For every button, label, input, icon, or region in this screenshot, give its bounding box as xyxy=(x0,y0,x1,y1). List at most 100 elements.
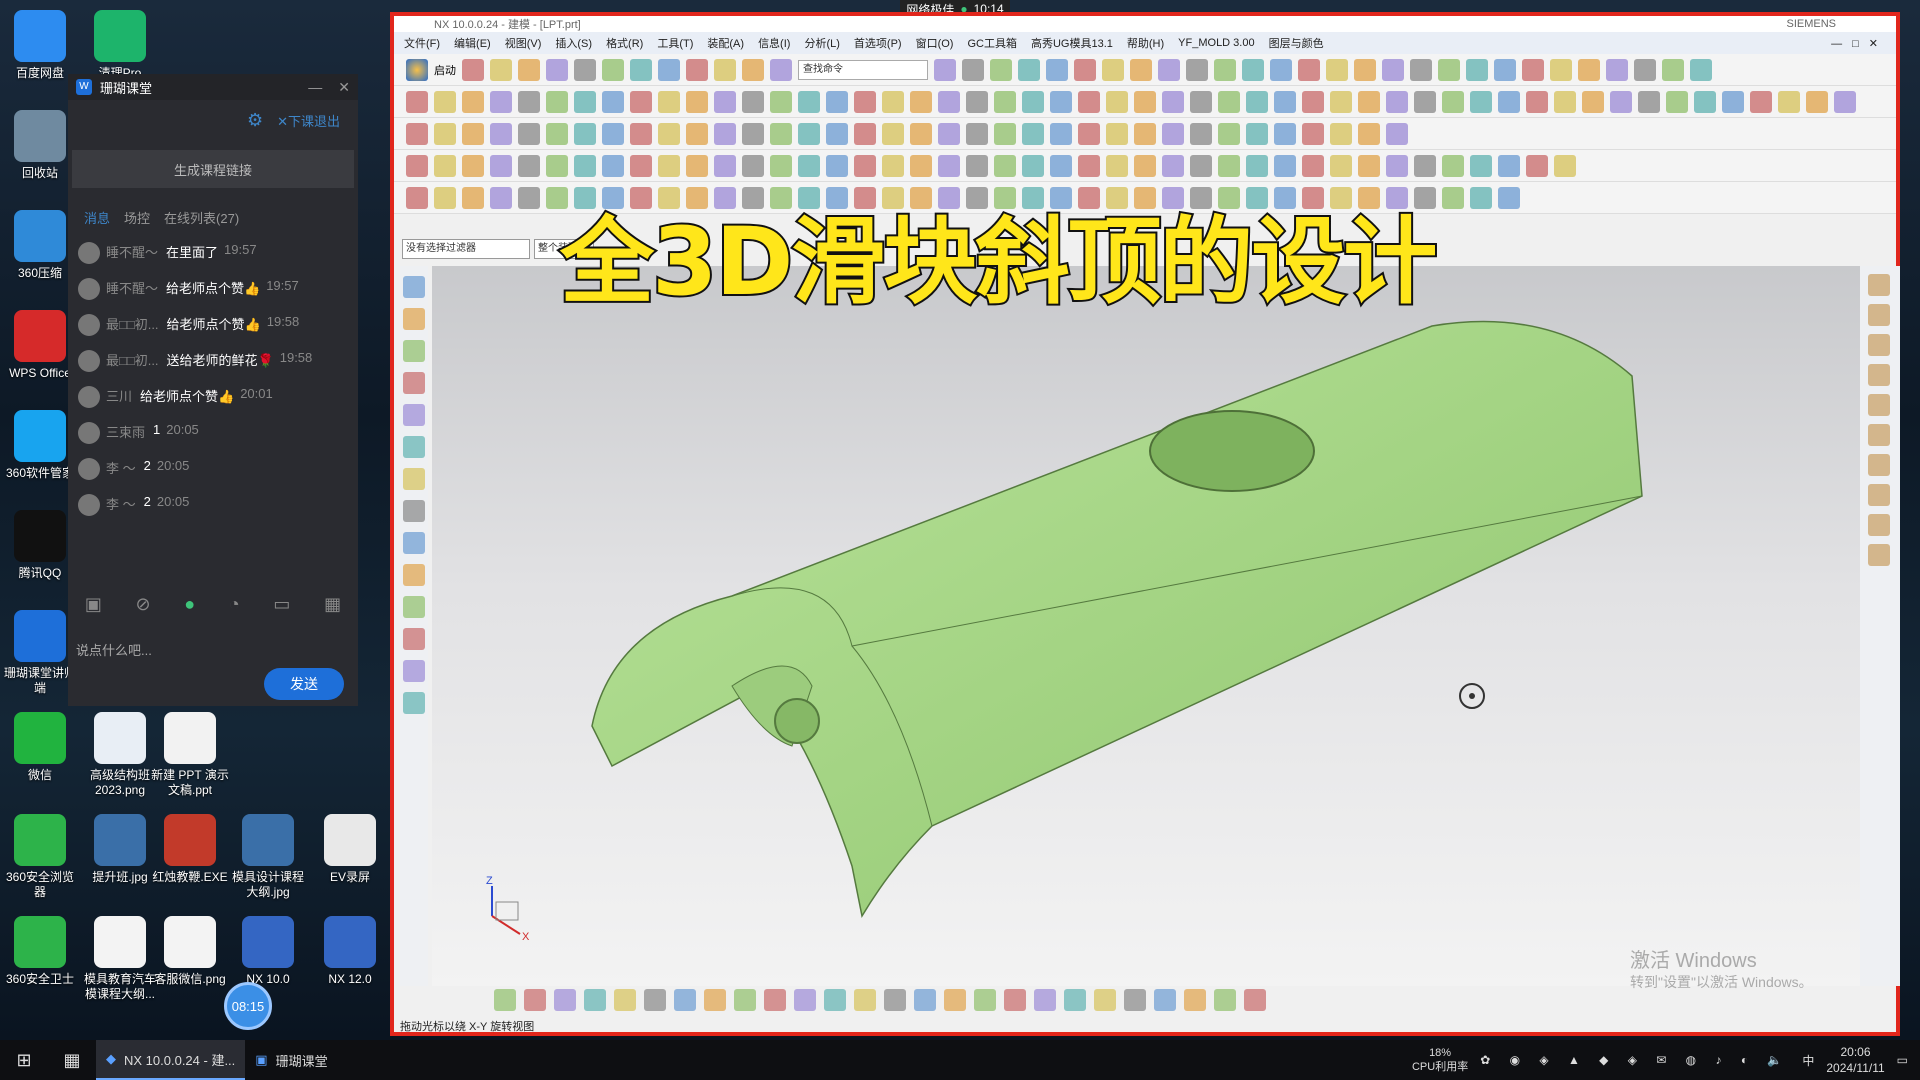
start-menu-button[interactable]: ⊞ xyxy=(0,1040,48,1080)
toolbar-tool-icon[interactable] xyxy=(686,122,708,145)
toolbar-tool-icon[interactable] xyxy=(882,122,904,145)
toolbar-tool-icon[interactable] xyxy=(686,58,708,81)
toolbar-tool-icon[interactable] xyxy=(966,90,988,113)
tab-messages[interactable]: 消息 xyxy=(84,208,110,227)
view-cube-icon[interactable] xyxy=(1868,424,1890,446)
toolbar-tool-icon[interactable] xyxy=(934,58,956,81)
menu-item[interactable]: 信息(I) xyxy=(758,35,790,51)
bottom-tool-icon[interactable] xyxy=(1244,989,1266,1011)
close-icon[interactable]: ✕ xyxy=(338,79,350,96)
toolbar-tool-icon[interactable] xyxy=(854,90,876,113)
toolbar-tool-icon[interactable] xyxy=(1750,90,1772,113)
toolbar-tool-icon[interactable] xyxy=(1326,58,1348,81)
toolbar-tool-icon[interactable] xyxy=(1470,90,1492,113)
send-button[interactable]: 发送 xyxy=(264,668,344,700)
toolbar-tool-icon[interactable] xyxy=(686,154,708,177)
bottom-tool-icon[interactable] xyxy=(764,989,786,1011)
resource-tab-icon[interactable] xyxy=(403,340,425,362)
toolbar-tool-icon[interactable] xyxy=(546,58,568,81)
toolbar-tool-icon[interactable] xyxy=(1386,122,1408,145)
bottom-tool-icon[interactable] xyxy=(1034,989,1056,1011)
toolbar-tool-icon[interactable] xyxy=(1218,122,1240,145)
toolbar-tool-icon[interactable] xyxy=(434,122,456,145)
bottom-tool-icon[interactable] xyxy=(1154,989,1176,1011)
toolbar-tool-icon[interactable] xyxy=(938,122,960,145)
user-icon[interactable]: ◔ xyxy=(229,594,240,615)
toolbar-tool-icon[interactable] xyxy=(714,58,736,81)
toolbar-tool-icon[interactable] xyxy=(1274,122,1296,145)
menu-item[interactable]: GC工具箱 xyxy=(967,35,1017,51)
toolbar-tool-icon[interactable] xyxy=(630,122,652,145)
desktop-icon[interactable]: 红烛教鞭.EXE xyxy=(150,814,230,885)
toolbar-tool-icon[interactable] xyxy=(406,186,428,209)
toolbar-tool-icon[interactable] xyxy=(910,122,932,145)
toolbar-tool-icon[interactable] xyxy=(434,186,456,209)
toolbar-tool-icon[interactable] xyxy=(1302,122,1324,145)
toolbar-tool-icon[interactable] xyxy=(1414,90,1436,113)
toolbar-tool-icon[interactable] xyxy=(910,154,932,177)
toolbar-tool-icon[interactable] xyxy=(1022,154,1044,177)
toolbar-tool-icon[interactable] xyxy=(1134,90,1156,113)
toolbar-tool-icon[interactable] xyxy=(1134,154,1156,177)
toolbar-tool-icon[interactable] xyxy=(826,90,848,113)
toolbar-tool-icon[interactable] xyxy=(798,122,820,145)
toolbar-tool-icon[interactable] xyxy=(770,122,792,145)
desktop-icon[interactable]: 模具设计课程大纲.jpg xyxy=(228,814,308,900)
desktop-icon[interactable]: 百度网盘 xyxy=(0,10,80,81)
toolbar-tool-icon[interactable] xyxy=(1330,90,1352,113)
toolbar-tool-icon[interactable] xyxy=(1246,154,1268,177)
calculator-icon[interactable]: ▦ xyxy=(48,1040,96,1080)
toolbar-tool-icon[interactable] xyxy=(602,58,624,81)
bottom-tool-icon[interactable] xyxy=(974,989,996,1011)
desktop-icon[interactable]: EV录屏 xyxy=(310,814,390,885)
toolbar-tool-icon[interactable] xyxy=(1162,90,1184,113)
toolbar-tool-icon[interactable] xyxy=(742,122,764,145)
desktop-icon[interactable]: 新建 PPT 演示文稿.ppt xyxy=(150,712,230,798)
bottom-tool-icon[interactable] xyxy=(644,989,666,1011)
toolbar-tool-icon[interactable] xyxy=(546,122,568,145)
toolbar-tool-icon[interactable] xyxy=(1050,154,1072,177)
toolbar-tool-icon[interactable] xyxy=(1218,90,1240,113)
toolbar-tool-icon[interactable] xyxy=(434,90,456,113)
mute-icon[interactable]: ⊘ xyxy=(136,594,151,615)
toolbar-tool-icon[interactable] xyxy=(1550,58,1572,81)
menu-item[interactable]: 帮助(H) xyxy=(1127,35,1164,51)
toolbar-tool-icon[interactable] xyxy=(490,122,512,145)
toolbar-tool-icon[interactable] xyxy=(1466,58,1488,81)
toolbar-tool-icon[interactable] xyxy=(1806,90,1828,113)
toolbar-tool-icon[interactable] xyxy=(1302,154,1324,177)
toolbar-tool-icon[interactable] xyxy=(630,90,652,113)
toolbar-tool-icon[interactable] xyxy=(1162,122,1184,145)
toolbar-tool-icon[interactable] xyxy=(1130,58,1152,81)
resource-tab-icon[interactable] xyxy=(403,596,425,618)
chat-input[interactable]: 说点什么吧... xyxy=(76,640,152,659)
toolbar-tool-icon[interactable] xyxy=(462,90,484,113)
toolbar-tool-icon[interactable] xyxy=(1610,90,1632,113)
clock[interactable]: 20:06 2024/11/11 xyxy=(1826,1044,1884,1076)
minimize-icon[interactable]: — xyxy=(308,79,322,95)
toolbar-tool-icon[interactable] xyxy=(1526,154,1548,177)
toolbar-tool-icon[interactable] xyxy=(1578,58,1600,81)
toolbar-tool-icon[interactable] xyxy=(1778,90,1800,113)
toolbar-tool-icon[interactable] xyxy=(1190,90,1212,113)
bottom-tool-icon[interactable] xyxy=(1214,989,1236,1011)
image-icon[interactable]: ▣ xyxy=(85,594,102,615)
toolbar-tool-icon[interactable] xyxy=(1526,90,1548,113)
selection-filter-dropdown[interactable]: 没有选择过滤器 xyxy=(402,239,530,259)
view-cube-icon[interactable] xyxy=(1868,274,1890,296)
tray-icons[interactable]: ✿ ◉ ◈ ▲ ◆ ◈ ✉ ◍ ♪ ◐ 🔈 xyxy=(1480,1053,1790,1067)
toolbar-tool-icon[interactable] xyxy=(1190,122,1212,145)
toolbar-tool-icon[interactable] xyxy=(938,90,960,113)
toolbar-tool-icon[interactable] xyxy=(490,90,512,113)
toolbar-tool-icon[interactable] xyxy=(798,90,820,113)
menu-item[interactable]: 视图(V) xyxy=(505,35,542,51)
toolbar-tool-icon[interactable] xyxy=(1442,186,1464,209)
toolbar-tool-icon[interactable] xyxy=(770,90,792,113)
toolbar-tool-icon[interactable] xyxy=(1022,90,1044,113)
menu-item[interactable]: 窗口(O) xyxy=(916,35,954,51)
view-cube-icon[interactable] xyxy=(1868,334,1890,356)
view-cube-icon[interactable] xyxy=(1868,364,1890,386)
resource-tab-icon[interactable] xyxy=(403,660,425,682)
desktop-icon[interactable]: 360安全卫士 xyxy=(0,916,80,987)
bottom-tool-icon[interactable] xyxy=(854,989,876,1011)
